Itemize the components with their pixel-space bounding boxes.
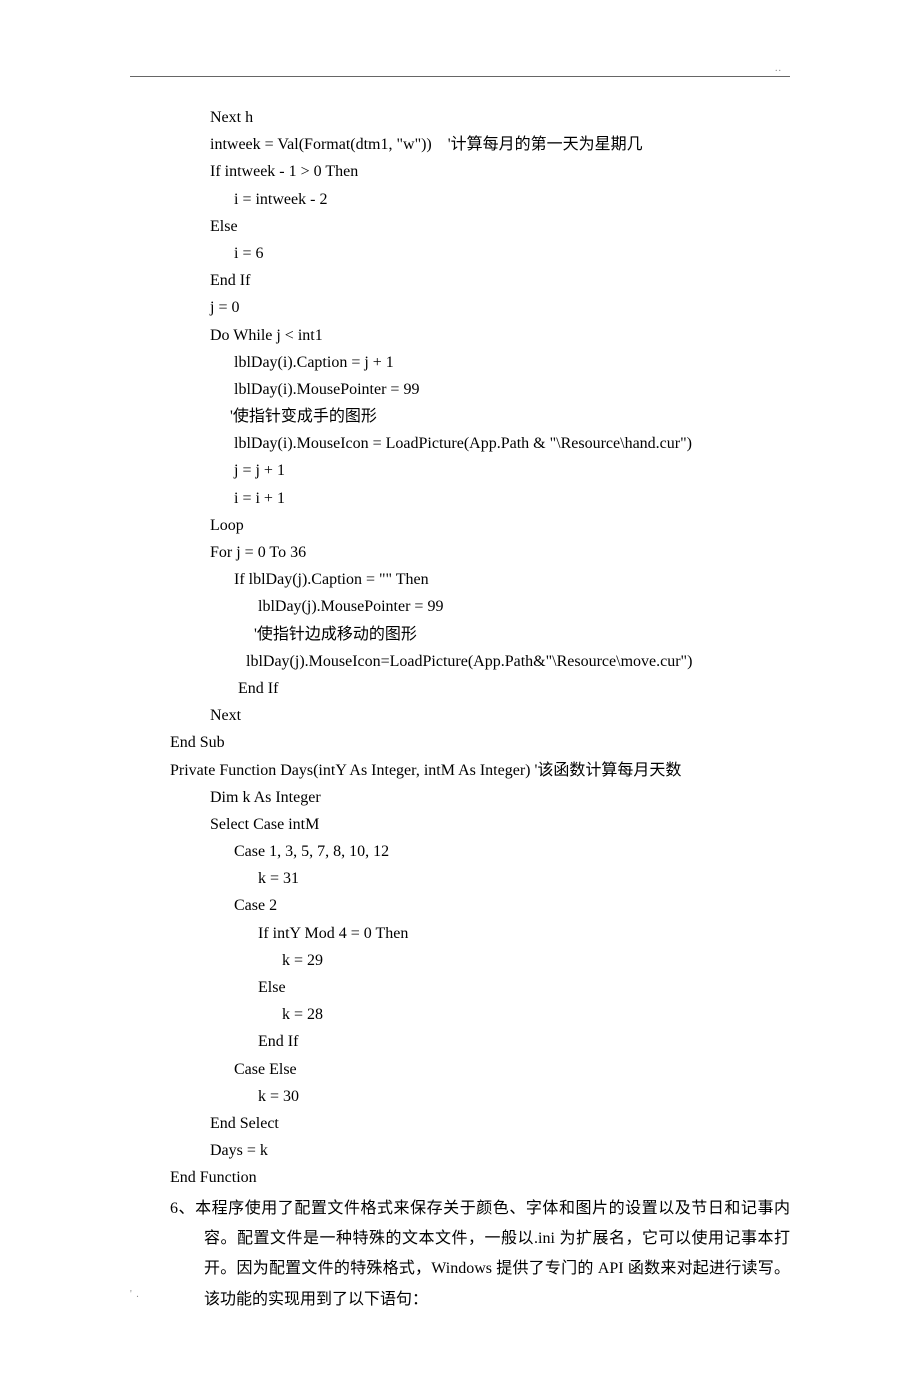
code-block: Next h intweek = Val(Format(dtm1, "w")) … — [170, 104, 790, 1192]
paragraph-6: 6、本程序使用了配置文件格式来保存关于颜色、字体和图片的设置以及节日和记事内容。… — [170, 1194, 790, 1316]
header-dots: .. — [775, 60, 782, 77]
footer-mark: ' . — [130, 1286, 140, 1303]
page: .. Next h intweek = Val(Format(dtm1, "w"… — [0, 0, 920, 1375]
header-rule — [130, 76, 790, 77]
